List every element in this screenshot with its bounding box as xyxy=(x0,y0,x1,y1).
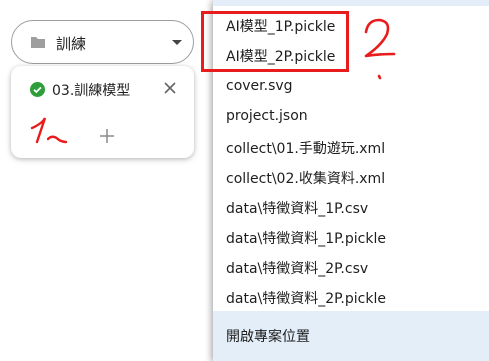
menu-top-strip xyxy=(213,0,489,6)
menu-item-collect-02[interactable]: collect\02.收集資料.xml xyxy=(226,168,385,188)
chevron-down-icon xyxy=(172,40,182,45)
handwritten-annotation-two xyxy=(364,18,396,80)
menu-item-data-2p-csv[interactable]: data\特徵資料_2P.csv xyxy=(226,258,368,278)
open-project-location-item[interactable]: 開啟專案位置 xyxy=(213,311,489,361)
plus-icon[interactable] xyxy=(99,128,115,144)
folder-icon xyxy=(31,37,45,48)
tab-card: 03.訓練模型 xyxy=(11,66,194,158)
handwritten-annotation-one xyxy=(30,117,68,144)
open-project-location-label: 開啟專案位置 xyxy=(226,329,310,345)
menu-item-data-1p-csv[interactable]: data\特徵資料_1P.csv xyxy=(226,198,368,218)
folder-selector-label: 訓練 xyxy=(56,35,87,53)
menu-item-cover-svg[interactable]: cover.svg xyxy=(226,78,293,94)
folder-selector[interactable]: 訓練 xyxy=(11,20,194,64)
menu-item-project-json[interactable]: project.json xyxy=(226,108,308,124)
red-highlight-box xyxy=(201,11,349,72)
menu-item-data-1p-pickle[interactable]: data\特徵資料_1P.pickle xyxy=(226,228,386,248)
check-circle-icon xyxy=(30,82,45,97)
menu-item-data-2p-pickle[interactable]: data\特徵資料_2P.pickle xyxy=(226,288,386,308)
menu-item-collect-01[interactable]: collect\01.手動遊玩.xml xyxy=(226,138,385,158)
close-icon[interactable] xyxy=(163,81,177,95)
tab-training-model[interactable]: 03.訓練模型 xyxy=(52,80,130,100)
